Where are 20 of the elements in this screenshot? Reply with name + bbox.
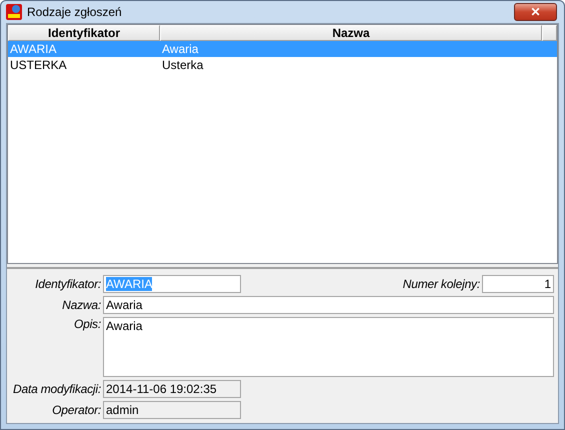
field-label: Nazwa:: [61, 298, 101, 312]
table-cell-text: USTERKA: [9, 58, 68, 72]
input-field[interactable]: Awaria: [103, 296, 554, 314]
column-header[interactable]: Identyfikator: [8, 25, 160, 41]
window-title: Rodzaje zgłoszeń: [27, 5, 123, 19]
input-field[interactable]: 1: [482, 275, 554, 293]
field-label: Identyfikator:: [34, 277, 101, 291]
field-label: Numer kolejny:: [402, 277, 480, 291]
table-row[interactable]: USTERKA Usterka: [8, 57, 557, 73]
column-header[interactable]: Nazwa: [160, 25, 542, 41]
table-cell-text: Awaria: [161, 42, 200, 56]
field-label: Opis:: [72, 317, 101, 331]
text-area[interactable]: Awaria: [103, 317, 554, 377]
field-label: Data modyfikacji:: [12, 382, 101, 396]
input-field[interactable]: 2014-11-06 19:02:35: [103, 380, 241, 398]
close-button[interactable]: ✕: [514, 3, 557, 21]
table-cell-text: Usterka: [161, 58, 204, 72]
field-label: Operator:: [51, 403, 101, 417]
table-cell-text: AWARIA: [9, 42, 58, 56]
input-field[interactable]: admin: [103, 401, 241, 419]
